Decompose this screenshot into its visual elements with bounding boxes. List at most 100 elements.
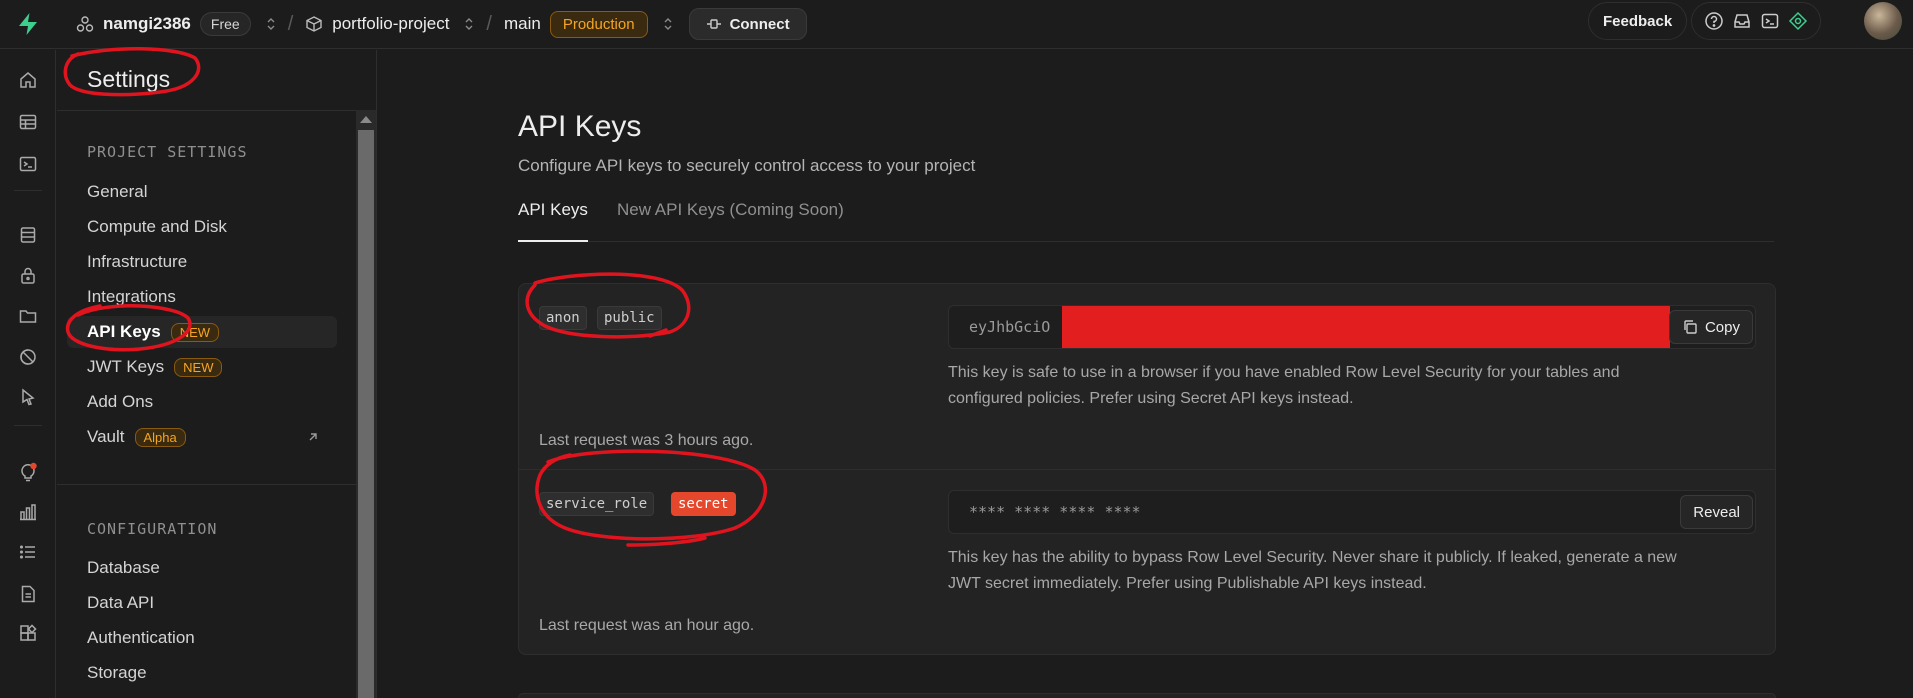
- project-box-icon: [305, 15, 323, 33]
- auth-icon[interactable]: [16, 264, 40, 288]
- sidebar-item-storage[interactable]: Storage: [67, 657, 337, 689]
- storage-icon[interactable]: [16, 304, 40, 328]
- chevron-updown-icon: [266, 16, 276, 32]
- anon-key-value: eyJhbGciO: [969, 318, 1051, 336]
- api-keys-card: anon public eyJhbGciO Copy This key is s…: [518, 283, 1776, 655]
- help-icon[interactable]: [1704, 11, 1724, 31]
- description-line: JWT secret immediately. Prefer using Pub…: [948, 575, 1427, 592]
- sidebar-scrollbar[interactable]: [356, 110, 376, 698]
- scroll-up-arrow-icon[interactable]: [360, 116, 372, 123]
- sidebar-item-label: API Keys: [87, 322, 161, 341]
- sql-editor-icon[interactable]: [16, 152, 40, 176]
- sidebar-item-label: Vault: [87, 427, 125, 446]
- sidebar-item-label: Authentication: [87, 628, 195, 647]
- project-name: portfolio-project: [332, 14, 450, 33]
- service-role-key-field[interactable]: **** **** **** **** Reveal: [948, 490, 1756, 534]
- copy-label: Copy: [1704, 318, 1740, 336]
- sidebar-item-database[interactable]: Database: [67, 552, 337, 584]
- supabase-logo-icon[interactable]: [0, 0, 56, 49]
- connect-label: Connect: [729, 15, 790, 33]
- reveal-label: Reveal: [1693, 503, 1740, 521]
- sidebar-item-jwt-keys[interactable]: JWT Keys NEW: [67, 351, 337, 383]
- edge-functions-icon[interactable]: [16, 385, 40, 409]
- user-avatar[interactable]: [1864, 2, 1902, 40]
- breadcrumb-separator: /: [486, 12, 492, 35]
- anon-last-request: Last request was 3 hours ago.: [539, 432, 754, 449]
- logs-icon[interactable]: [16, 540, 40, 564]
- reports-icon[interactable]: [16, 500, 40, 524]
- org-switcher[interactable]: namgi2386 Free: [76, 12, 276, 36]
- chevron-updown-icon: [663, 16, 673, 32]
- external-link-icon: [307, 431, 319, 443]
- breadcrumb-separator: /: [287, 12, 294, 35]
- tab-new-api-keys[interactable]: New API Keys (Coming Soon): [617, 198, 844, 242]
- tab-bar: API Keys New API Keys (Coming Soon): [518, 198, 1774, 242]
- sidebar-item-data-api[interactable]: Data API: [67, 587, 337, 619]
- row-divider: [519, 469, 1775, 470]
- feedback-button[interactable]: Feedback: [1588, 2, 1688, 40]
- chevron-updown-icon: [464, 16, 474, 32]
- sidebar-item-label: Storage: [87, 663, 147, 682]
- sidebar-item-label: Add Ons: [87, 392, 154, 411]
- tab-api-keys[interactable]: API Keys: [518, 198, 588, 242]
- plug-icon: [706, 18, 722, 30]
- advisors-icon[interactable]: [16, 460, 40, 484]
- rail-divider: [14, 190, 42, 191]
- connect-button[interactable]: Connect: [688, 8, 807, 40]
- integrations-icon[interactable]: [16, 622, 40, 646]
- sidebar-item-label: Database: [87, 558, 160, 577]
- sidebar-title: Settings: [87, 66, 171, 92]
- sidebar-item-compute-and-disk[interactable]: Compute and Disk: [67, 211, 337, 243]
- sidebar-item-api-keys[interactable]: API Keys NEW: [67, 316, 337, 348]
- new-badge: NEW: [170, 322, 220, 342]
- sidebar-item-vault[interactable]: Vault Alpha: [67, 421, 337, 453]
- sidebar-item-general[interactable]: General: [67, 176, 337, 208]
- description-line: This key has the ability to bypass Row L…: [948, 549, 1677, 566]
- settings-sidebar: Settings PROJECT SETTINGS General Comput…: [57, 50, 357, 698]
- project-switcher[interactable]: portfolio-project: [305, 14, 474, 34]
- configuration-heading: CONFIGURATION: [87, 520, 218, 538]
- anon-chip: anon: [539, 306, 587, 330]
- copy-icon: [1682, 319, 1698, 335]
- org-name: namgi2386: [103, 14, 191, 33]
- copy-button[interactable]: Copy: [1668, 310, 1753, 344]
- realtime-icon[interactable]: [16, 345, 40, 369]
- table-editor-icon[interactable]: [16, 110, 40, 134]
- rail-divider: [14, 425, 42, 426]
- secret-chip: secret: [671, 492, 736, 516]
- icon-rail: [0, 50, 56, 698]
- branch-switcher[interactable]: main Production: [503, 10, 673, 38]
- redaction-block: [1062, 306, 1670, 348]
- sidebar-item-add-ons[interactable]: Add Ons: [67, 386, 337, 418]
- top-toolbar: [1691, 2, 1821, 40]
- api-docs-icon[interactable]: [16, 582, 40, 606]
- sidebar-item-authentication[interactable]: Authentication: [67, 622, 337, 654]
- new-badge: NEW: [174, 357, 223, 377]
- public-chip: public: [597, 306, 662, 330]
- branch-name: main: [503, 14, 541, 33]
- anon-key-description: This key is safe to use in a browser if …: [948, 360, 1748, 412]
- sidebar-item-label: Data API: [87, 593, 155, 612]
- anon-key-field[interactable]: eyJhbGciO Copy: [948, 305, 1756, 349]
- database-icon[interactable]: [16, 223, 40, 247]
- assistant-icon[interactable]: [1788, 11, 1808, 31]
- inbox-icon[interactable]: [1732, 11, 1752, 31]
- scrollbar-thumb[interactable]: [358, 130, 374, 698]
- sidebar-item-infrastructure[interactable]: Infrastructure: [67, 246, 337, 278]
- sidebar-divider: [57, 484, 357, 485]
- organization-icon: [76, 15, 94, 33]
- service-role-last-request: Last request was an hour ago.: [539, 617, 755, 634]
- service-role-chip: service_role: [539, 492, 655, 516]
- next-card-edge: [518, 693, 1776, 698]
- production-badge: Production: [549, 10, 648, 38]
- project-settings-heading: PROJECT SETTINGS: [87, 143, 248, 161]
- page-subtitle: Configure API keys to securely control a…: [518, 156, 976, 175]
- sidebar-item-integrations[interactable]: Integrations: [67, 281, 337, 313]
- reveal-button[interactable]: Reveal: [1680, 495, 1753, 529]
- home-icon[interactable]: [16, 68, 40, 92]
- sidebar-item-label: Infrastructure: [87, 252, 188, 271]
- page-title: API Keys: [518, 110, 642, 143]
- main-content: API Keys Configure API keys to securely …: [377, 50, 1913, 698]
- terminal-icon[interactable]: [1760, 11, 1780, 31]
- sidebar-item-label: General: [87, 182, 148, 201]
